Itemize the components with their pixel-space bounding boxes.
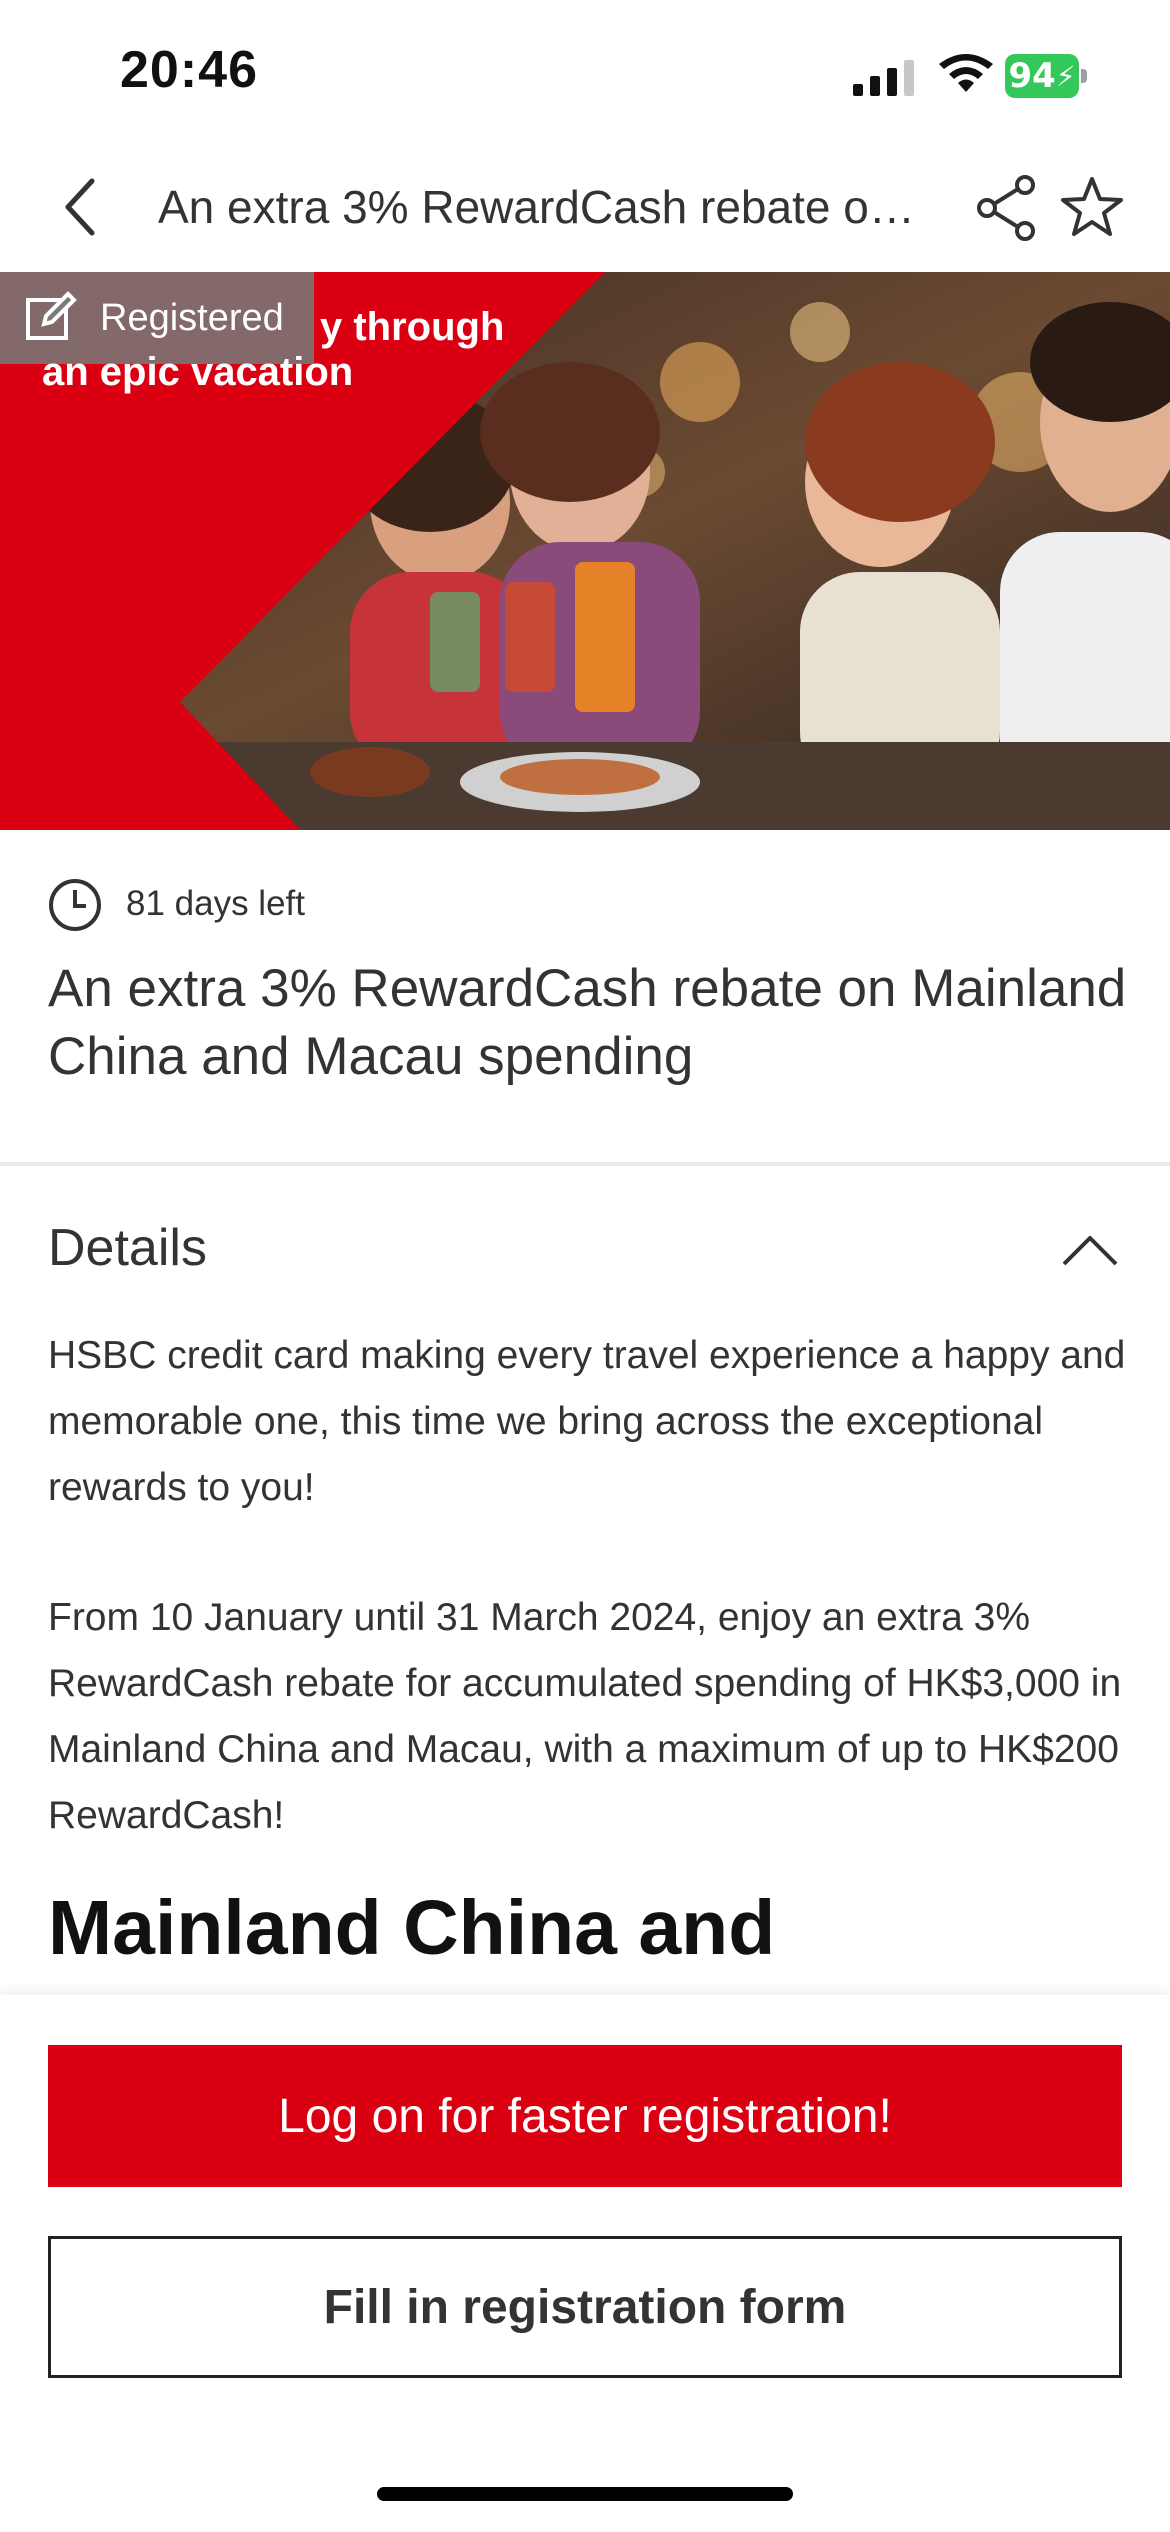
hero-caption-line2: an epic vacation <box>42 350 354 394</box>
star-icon <box>1061 177 1123 236</box>
badge-label: Registered <box>100 296 284 339</box>
collapse-details-button[interactable] <box>1060 1230 1120 1270</box>
login-registration-button[interactable]: Log on for faster registration! <box>48 2045 1122 2187</box>
battery-percent: 94 <box>1008 56 1056 96</box>
divider <box>0 1162 1170 1166</box>
status-time: 20:46 <box>120 41 258 99</box>
details-paragraph-2: From 10 January until 31 March 2024, enj… <box>48 1596 1122 1837</box>
cellular-signal-icon <box>853 60 914 96</box>
edit-icon <box>26 291 77 340</box>
hero-caption-line1: y through <box>320 305 505 349</box>
details-heading: Details <box>48 1219 207 1277</box>
nav-title: An extra 3% RewardCash rebate on Mainlan… <box>158 181 928 233</box>
share-icon <box>977 175 1035 241</box>
registration-form-button[interactable]: Fill in registration form <box>48 2236 1122 2378</box>
offer-title: An extra 3% RewardCash rebate on Mainlan… <box>48 959 1127 1086</box>
wifi-icon <box>939 54 993 92</box>
details-paragraph-1: HSBC credit card making every travel exp… <box>48 1334 1126 1509</box>
days-left: 81 days left <box>126 884 305 923</box>
chevron-up-icon <box>1062 1236 1118 1266</box>
favorite-button[interactable] <box>1060 175 1124 239</box>
clock-icon <box>49 879 101 931</box>
share-button[interactable] <box>975 175 1041 241</box>
back-chevron-icon <box>65 178 95 236</box>
battery-charging-icon: 94 ⚡ <box>1005 54 1087 98</box>
section-heading: Mainland China and <box>48 1885 776 1971</box>
back-button[interactable] <box>50 172 110 242</box>
home-indicator[interactable] <box>377 2487 793 2501</box>
